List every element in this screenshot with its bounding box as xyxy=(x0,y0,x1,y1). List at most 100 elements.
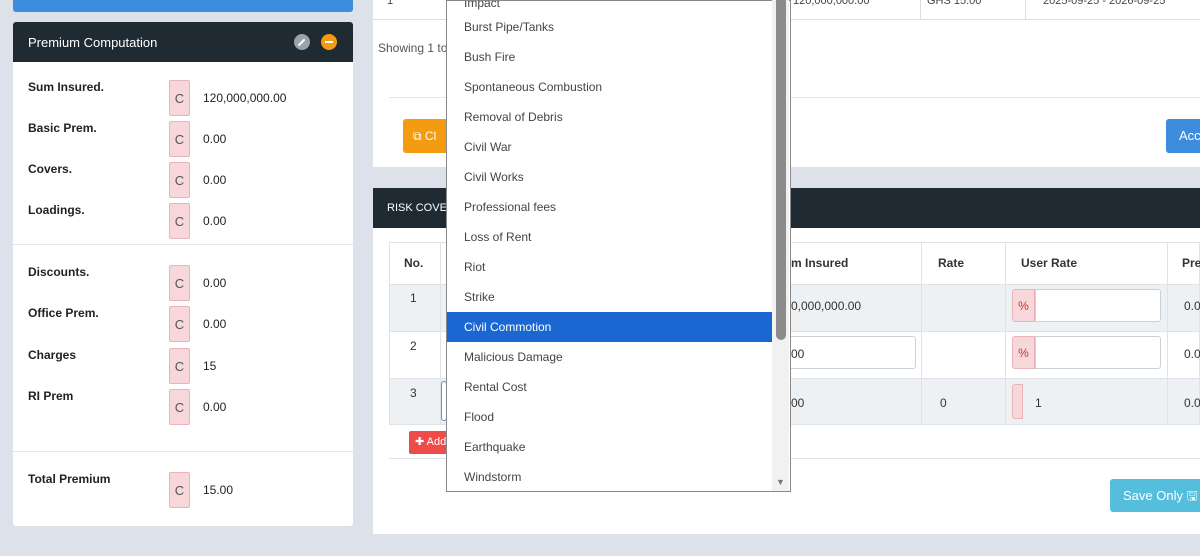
divider xyxy=(13,451,353,452)
plus-icon: ✚ xyxy=(415,436,425,448)
clone-button-label: Cl xyxy=(424,129,437,143)
save-icon: 🖫 xyxy=(1186,488,1198,503)
sum-insured-label: Sum Insured. xyxy=(28,80,105,94)
dropdown-option[interactable]: Flood xyxy=(447,402,773,432)
collapse-icon[interactable] xyxy=(321,34,337,50)
sum-insured-input-value: 00 xyxy=(791,347,805,361)
sum-insured-input[interactable]: 00 xyxy=(785,336,916,369)
office-prem-row: Office Prem. C 0.00 xyxy=(13,306,353,342)
scroll-down-arrow-icon[interactable]: ▼ xyxy=(776,477,785,487)
column-header-sum-insured: m Insured xyxy=(791,256,849,270)
discounts-value: 0.00 xyxy=(203,276,227,290)
column-header-no: No. xyxy=(404,256,424,270)
column-header-user-rate: User Rate xyxy=(1021,256,1078,270)
dropdown-option[interactable]: Riot xyxy=(447,252,773,282)
accept-button[interactable]: Acc xyxy=(1166,119,1200,153)
clone-icon: ⧉ xyxy=(413,129,422,143)
ri-prem-value: 0.00 xyxy=(203,400,227,414)
office-prem-label: Office Prem. xyxy=(28,306,99,320)
dropdown-option[interactable]: Earthquake xyxy=(447,432,773,462)
user-rate-input[interactable] xyxy=(1035,289,1161,322)
premium-cell: 0.0 xyxy=(1184,396,1200,410)
currency-prefix: C xyxy=(169,348,190,384)
premium-computation-panel: Premium Computation Sum Insured. C 120,0… xyxy=(13,22,353,526)
ri-prem-row: RI Prem C 0.00 xyxy=(13,389,353,425)
dropdown-option[interactable]: Civil Works xyxy=(447,162,773,192)
dropdown-option-selected[interactable]: Civil Commotion xyxy=(447,312,773,342)
discounts-label: Discounts. xyxy=(28,265,90,279)
dropdown-option[interactable]: Rental Cost xyxy=(447,372,773,402)
dropdown-option[interactable]: Removal of Debris xyxy=(447,102,773,132)
clone-button[interactable]: ⧉ Cl xyxy=(403,119,449,153)
dropdown-option[interactable]: Spontaneous Combustion xyxy=(447,72,773,102)
divider xyxy=(1025,0,1026,20)
total-premium-row: Total Premium C 15.00 xyxy=(13,472,353,508)
sum-insured-cell: 00 xyxy=(791,396,805,410)
currency-prefix: C xyxy=(169,389,190,425)
percent-prefix xyxy=(1012,384,1023,419)
dropdown-option[interactable]: Civil War xyxy=(447,132,773,162)
charges-value: 15 xyxy=(203,359,217,373)
row-amount: GHS 15.00 xyxy=(927,0,982,7)
total-premium-value: 15.00 xyxy=(203,483,234,497)
currency-prefix: C xyxy=(169,306,190,342)
basic-prem-value: 0.00 xyxy=(203,132,227,146)
dropdown-option[interactable]: Burst Pipe/Tanks xyxy=(447,12,773,42)
save-only-button[interactable]: Save Only 🖫 xyxy=(1110,479,1200,512)
currency-prefix: C xyxy=(169,472,190,508)
dropdown-option[interactable]: Strike xyxy=(447,282,773,312)
row-number: 2 xyxy=(410,339,417,353)
cover-type-dropdown[interactable]: Impact Burst Pipe/Tanks Bush Fire Sponta… xyxy=(446,0,791,492)
basic-prem-label: Basic Prem. xyxy=(28,121,97,135)
divider xyxy=(13,244,353,245)
row-number: 1 xyxy=(410,291,417,305)
row-number: 1 xyxy=(387,0,394,7)
premium-panel-title: Premium Computation xyxy=(28,34,158,50)
premium-cell: 0.0 xyxy=(1184,347,1200,361)
row-number: 3 xyxy=(410,386,417,400)
divider xyxy=(921,242,922,425)
divider xyxy=(1005,242,1006,425)
risk-covers-title: RISK COVE xyxy=(387,202,447,214)
dropdown-option[interactable]: Bush Fire xyxy=(447,42,773,72)
add-cover-label: Add xyxy=(426,436,447,448)
save-only-label: Save Only xyxy=(1123,488,1183,503)
dropdown-option[interactable]: Professional fees xyxy=(447,192,773,222)
percent-prefix: % xyxy=(1012,336,1035,369)
wrench-icon[interactable] xyxy=(294,34,310,50)
loadings-label: Loadings. xyxy=(28,203,85,217)
premium-cell: 0.0 xyxy=(1184,299,1200,313)
scrollbar-thumb[interactable] xyxy=(776,0,786,340)
charges-label: Charges xyxy=(28,348,77,362)
covers-value: 0.00 xyxy=(203,173,227,187)
dropdown-option[interactable]: Malicious Damage xyxy=(447,342,773,372)
divider xyxy=(1167,242,1168,425)
column-header-premium: Pre xyxy=(1182,256,1200,270)
row-sum: 120,000,000.00 xyxy=(793,0,870,7)
charges-row: Charges C 15 xyxy=(13,348,353,384)
dropdown-option[interactable]: Windstorm xyxy=(447,462,773,491)
premium-panel-header: Premium Computation xyxy=(13,22,353,62)
covers-label: Covers. xyxy=(28,162,73,176)
add-cover-button[interactable]: ✚ Add xyxy=(409,431,449,454)
loadings-row: Loadings. C 0.00 xyxy=(13,203,353,239)
currency-prefix: C xyxy=(169,203,190,239)
sum-insured-cell: 0,000,000.00 xyxy=(791,299,862,313)
pagination-info: Showing 1 to xyxy=(378,41,448,55)
column-header-rate: Rate xyxy=(938,256,965,270)
sum-insured-row: Sum Insured. C 120,000,000.00 xyxy=(13,80,353,116)
currency-prefix: C xyxy=(169,265,190,301)
discounts-row: Discounts. C 0.00 xyxy=(13,265,353,301)
office-prem-value: 0.00 xyxy=(203,317,227,331)
top-action-button[interactable] xyxy=(13,0,353,12)
rate-cell: 0 xyxy=(940,396,947,410)
dropdown-option[interactable]: Loss of Rent xyxy=(447,222,773,252)
basic-prem-row: Basic Prem. C 0.00 xyxy=(13,121,353,157)
user-rate-input[interactable] xyxy=(1035,336,1161,369)
percent-prefix: % xyxy=(1012,289,1035,322)
total-premium-label: Total Premium xyxy=(28,472,111,486)
currency-prefix: C xyxy=(169,80,190,116)
user-rate-value[interactable]: 1 xyxy=(1035,396,1042,410)
sum-insured-value: 120,000,000.00 xyxy=(203,91,287,105)
currency-prefix: C xyxy=(169,121,190,157)
